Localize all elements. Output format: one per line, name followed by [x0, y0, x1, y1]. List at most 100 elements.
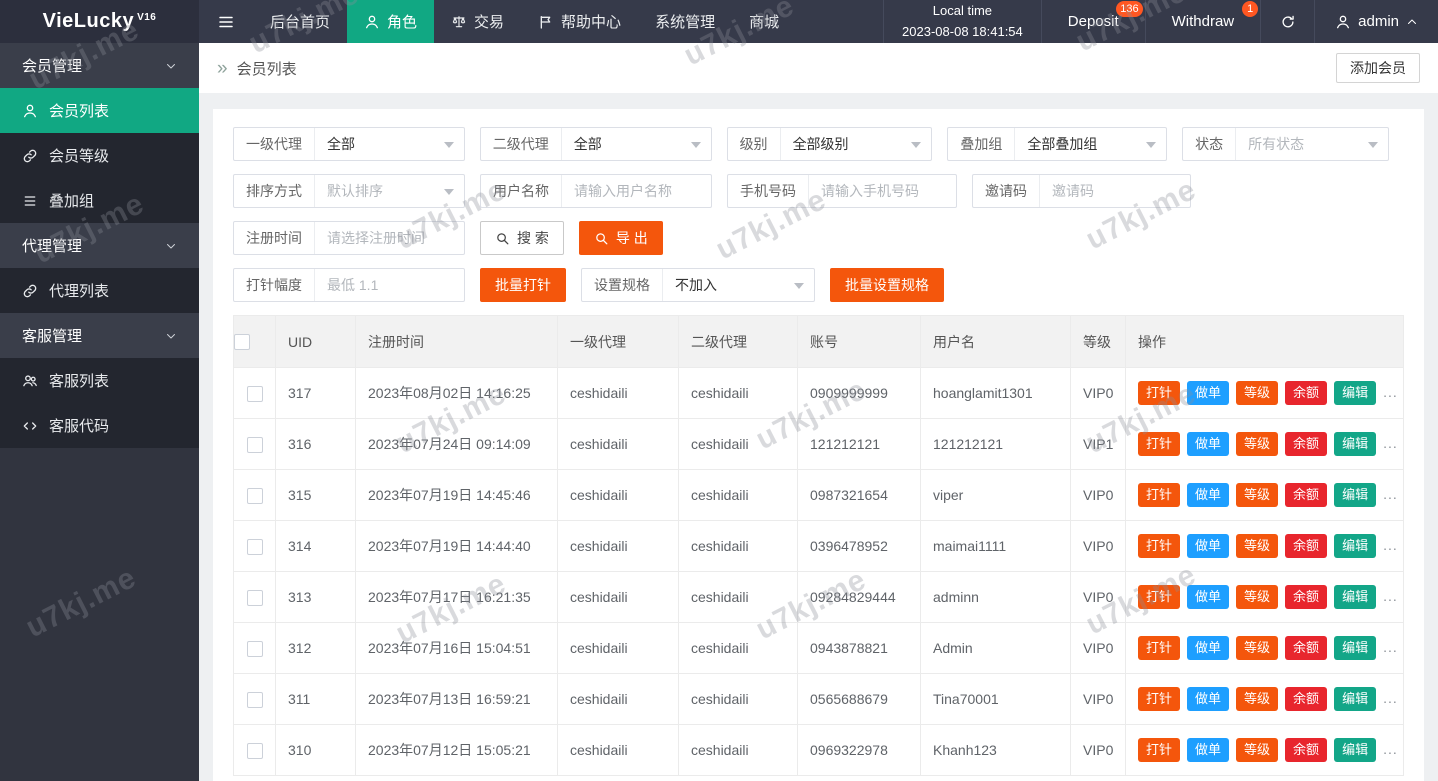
- inject-button[interactable]: 打针: [1138, 533, 1181, 559]
- collapse-sidebar-button[interactable]: [199, 0, 253, 43]
- batch-inject-button[interactable]: 批量打针: [480, 268, 566, 302]
- inject-button[interactable]: 打针: [1138, 584, 1181, 610]
- search-button[interactable]: 搜 索: [480, 221, 564, 255]
- filter-invite-input[interactable]: 邀请码 邀请码: [972, 174, 1191, 208]
- topnav-item-system-management[interactable]: 系统管理: [638, 0, 732, 43]
- balance-button[interactable]: 余额: [1285, 584, 1328, 610]
- more-actions-button[interactable]: ...: [1383, 639, 1398, 655]
- edit-button[interactable]: 编辑: [1334, 380, 1377, 406]
- balance-button[interactable]: 余额: [1285, 737, 1328, 763]
- selected-value[interactable]: 全部: [315, 134, 444, 154]
- input-placeholder[interactable]: 请选择注册时间: [315, 228, 464, 248]
- sidebar-section-member-management[interactable]: 会员管理: [0, 43, 199, 88]
- admin-menu[interactable]: admin: [1315, 0, 1438, 43]
- add-member-button[interactable]: 添加会员: [1336, 53, 1420, 83]
- order-button[interactable]: 做单: [1187, 686, 1230, 712]
- balance-button[interactable]: 余额: [1285, 635, 1328, 661]
- more-actions-button[interactable]: ...: [1383, 486, 1398, 502]
- more-actions-button[interactable]: ...: [1383, 384, 1398, 400]
- sidebar-section-service-management[interactable]: 客服管理: [0, 313, 199, 358]
- balance-button[interactable]: 余额: [1285, 533, 1328, 559]
- edit-button[interactable]: 编辑: [1334, 686, 1377, 712]
- filter-username-input[interactable]: 用户名称 请输入用户名称: [480, 174, 712, 208]
- input-placeholder[interactable]: 请输入用户名称: [562, 181, 711, 201]
- row-checkbox[interactable]: [246, 640, 263, 657]
- sidebar-item-agent-list[interactable]: 代理列表: [0, 268, 199, 313]
- topnav-item-trade[interactable]: 交易: [434, 0, 521, 43]
- filter-stack-select[interactable]: 叠加组 全部叠加组: [947, 127, 1168, 161]
- row-checkbox[interactable]: [246, 742, 263, 759]
- inject-button[interactable]: 打针: [1138, 686, 1181, 712]
- filter-agent1-select[interactable]: 一级代理 全部: [233, 127, 465, 161]
- selected-value[interactable]: 默认排序: [315, 181, 444, 201]
- order-button[interactable]: 做单: [1187, 635, 1230, 661]
- selected-value[interactable]: 全部级别: [781, 134, 912, 154]
- input-placeholder[interactable]: 请输入手机号码: [809, 181, 956, 201]
- inject-button[interactable]: 打针: [1138, 737, 1181, 763]
- withdraw-button[interactable]: Withdraw 1: [1146, 0, 1262, 43]
- inject-button[interactable]: 打针: [1138, 380, 1181, 406]
- sidebar-item-stack-group[interactable]: 叠加组: [0, 178, 199, 223]
- more-actions-button[interactable]: ...: [1383, 435, 1398, 451]
- balance-button[interactable]: 余额: [1285, 686, 1328, 712]
- input-placeholder[interactable]: 邀请码: [1040, 181, 1190, 201]
- inject-button[interactable]: 打针: [1138, 482, 1181, 508]
- selected-value[interactable]: 所有状态: [1236, 134, 1368, 154]
- deposit-button[interactable]: Deposit 136: [1042, 0, 1146, 43]
- level-button[interactable]: 等级: [1236, 482, 1279, 508]
- level-button[interactable]: 等级: [1236, 584, 1279, 610]
- topnav-item-help-center[interactable]: 帮助中心: [521, 0, 638, 43]
- filter-phone-input[interactable]: 手机号码 请输入手机号码: [727, 174, 957, 208]
- order-button[interactable]: 做单: [1187, 431, 1230, 457]
- sidebar-section-agent-management[interactable]: 代理管理: [0, 223, 199, 268]
- inject-button[interactable]: 打针: [1138, 635, 1181, 661]
- level-button[interactable]: 等级: [1236, 380, 1279, 406]
- row-checkbox[interactable]: [246, 385, 263, 402]
- filter-spec-select[interactable]: 设置规格 不加入: [581, 268, 815, 302]
- edit-button[interactable]: 编辑: [1334, 635, 1377, 661]
- edit-button[interactable]: 编辑: [1334, 584, 1377, 610]
- sidebar-item-member-level[interactable]: 会员等级: [0, 133, 199, 178]
- filter-status-select[interactable]: 状态 所有状态: [1182, 127, 1389, 161]
- balance-button[interactable]: 余额: [1285, 431, 1328, 457]
- level-button[interactable]: 等级: [1236, 635, 1279, 661]
- row-checkbox[interactable]: [246, 436, 263, 453]
- filter-sort-select[interactable]: 排序方式 默认排序: [233, 174, 465, 208]
- edit-button[interactable]: 编辑: [1334, 533, 1377, 559]
- row-checkbox[interactable]: [246, 538, 263, 555]
- select-all-checkbox[interactable]: [234, 334, 250, 351]
- topnav-item-dashboard[interactable]: 后台首页: [253, 0, 347, 43]
- sidebar-item-service-list[interactable]: 客服列表: [0, 358, 199, 403]
- edit-button[interactable]: 编辑: [1334, 431, 1377, 457]
- order-button[interactable]: 做单: [1187, 584, 1230, 610]
- order-button[interactable]: 做单: [1187, 380, 1230, 406]
- filter-level-select[interactable]: 级别 全部级别: [726, 127, 933, 161]
- topnav-item-mall[interactable]: 商城: [732, 0, 796, 43]
- topnav-item-roles[interactable]: 角色: [347, 0, 435, 43]
- level-button[interactable]: 等级: [1236, 533, 1279, 559]
- sidebar-item-member-list[interactable]: 会员列表: [0, 88, 199, 133]
- edit-button[interactable]: 编辑: [1334, 737, 1377, 763]
- selected-value[interactable]: 全部叠加组: [1015, 134, 1146, 154]
- balance-button[interactable]: 余额: [1285, 380, 1328, 406]
- refresh-button[interactable]: [1261, 0, 1316, 43]
- more-actions-button[interactable]: ...: [1383, 690, 1398, 706]
- more-actions-button[interactable]: ...: [1383, 588, 1398, 604]
- row-checkbox[interactable]: [246, 691, 263, 708]
- export-button[interactable]: 导 出: [578, 221, 663, 255]
- selected-value[interactable]: 全部: [562, 134, 691, 154]
- order-button[interactable]: 做单: [1187, 533, 1230, 559]
- filter-agent2-select[interactable]: 二级代理 全部: [479, 127, 712, 161]
- batch-spec-button[interactable]: 批量设置规格: [830, 268, 944, 302]
- row-checkbox[interactable]: [246, 487, 263, 504]
- order-button[interactable]: 做单: [1187, 737, 1230, 763]
- inject-button[interactable]: 打针: [1138, 431, 1181, 457]
- row-checkbox[interactable]: [246, 589, 263, 606]
- more-actions-button[interactable]: ...: [1383, 741, 1398, 757]
- filter-inject-input[interactable]: 打针幅度 最低 1.1: [233, 268, 465, 302]
- input-placeholder[interactable]: 最低 1.1: [315, 275, 464, 295]
- level-button[interactable]: 等级: [1236, 686, 1279, 712]
- filter-regtime-input[interactable]: 注册时间 请选择注册时间: [233, 221, 465, 255]
- sidebar-item-service-code[interactable]: 客服代码: [0, 403, 199, 448]
- level-button[interactable]: 等级: [1236, 431, 1279, 457]
